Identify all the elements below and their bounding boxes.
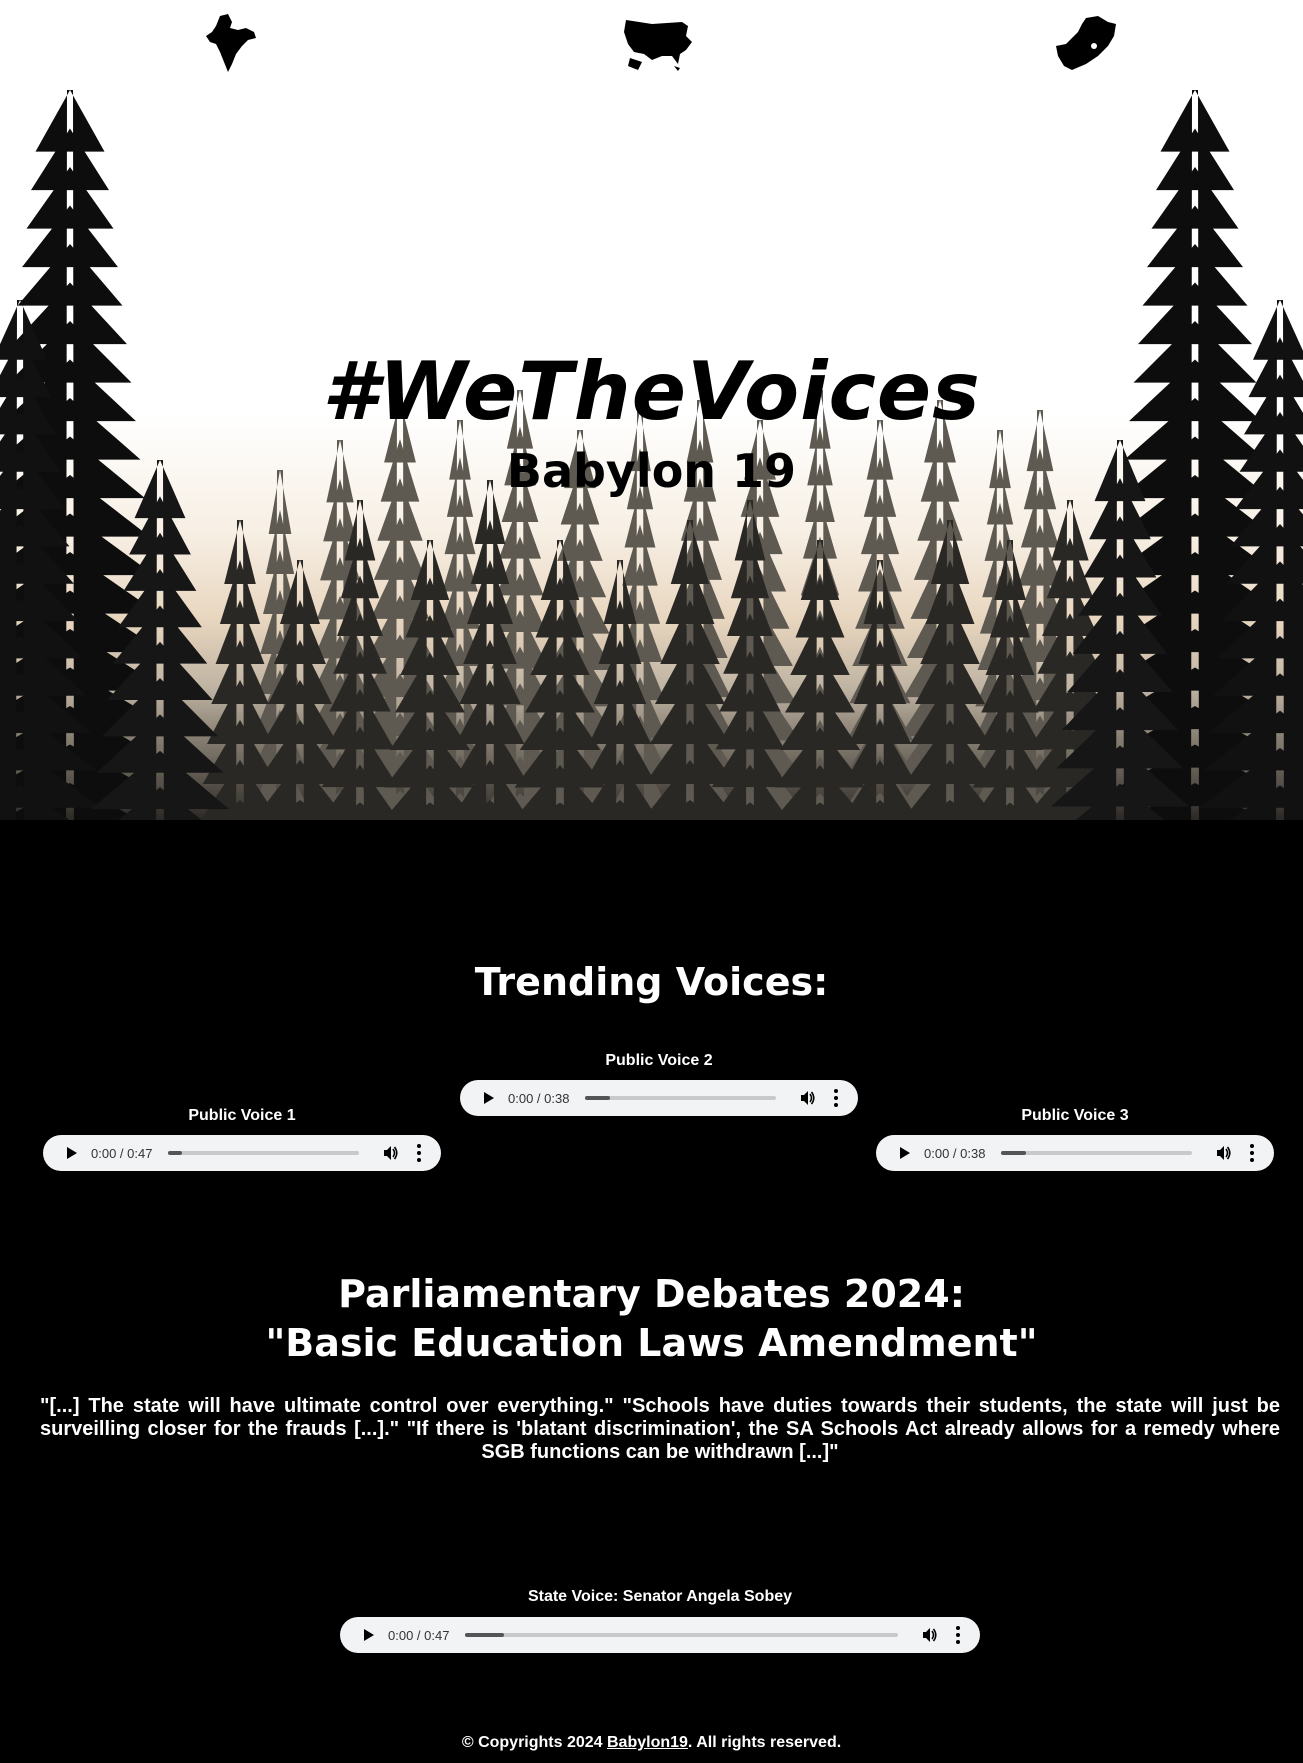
- debate-heading-line1: Parliamentary Debates 2024:: [338, 1272, 965, 1316]
- volume-icon[interactable]: [1216, 1145, 1232, 1161]
- audio-player-1[interactable]: 0:00 / 0:47: [43, 1135, 441, 1171]
- time-display: 0:00 / 0:38: [508, 1090, 570, 1106]
- play-icon[interactable]: [67, 1147, 77, 1159]
- hero-banner: #WeTheVoices Babylon 19: [0, 0, 1303, 860]
- usa-map-icon[interactable]: [622, 16, 694, 72]
- audio-player-3[interactable]: 0:00 / 0:38: [876, 1135, 1274, 1171]
- trending-heading: Trending Voices:: [474, 960, 829, 1004]
- seek-bar[interactable]: [168, 1151, 359, 1155]
- time-display: 0:00 / 0:38: [924, 1145, 986, 1161]
- quote-3: "If there is 'blatant discrimination', t…: [406, 1418, 1280, 1463]
- south-africa-map-icon[interactable]: [1056, 16, 1118, 72]
- voice-label-3: Public Voice 3: [1021, 1107, 1129, 1124]
- footer-suffix: . All rights reserved.: [687, 1734, 842, 1751]
- more-options-icon[interactable]: [834, 1089, 838, 1107]
- debate-heading: Parliamentary Debates 2024: "Basic Educa…: [0, 1270, 1303, 1369]
- state-voice-label: State Voice: Senator Angela Sobey: [527, 1588, 793, 1605]
- footer: © Copyrights 2024 Babylon19. All rights …: [0, 1734, 1303, 1752]
- quote-1: "[...] The state will have ultimate cont…: [40, 1395, 614, 1417]
- time-display: 0:00 / 0:47: [91, 1145, 153, 1161]
- site-subtitle: Babylon 19: [506, 444, 797, 498]
- audio-player-2[interactable]: 0:00 / 0:38: [460, 1080, 858, 1116]
- seek-bar[interactable]: [1001, 1151, 1192, 1155]
- play-icon[interactable]: [484, 1092, 494, 1104]
- more-options-icon[interactable]: [417, 1144, 421, 1162]
- india-map-icon[interactable]: [206, 14, 258, 72]
- footer-prefix: © Copyrights 2024: [461, 1734, 607, 1751]
- state-audio-player[interactable]: 0:00 / 0:47: [340, 1617, 980, 1653]
- voice-label-2: Public Voice 2: [605, 1052, 713, 1069]
- seek-bar[interactable]: [585, 1096, 776, 1100]
- more-options-icon[interactable]: [1250, 1144, 1254, 1162]
- seek-bar[interactable]: [465, 1633, 898, 1637]
- time-display: 0:00 / 0:47: [388, 1627, 450, 1643]
- volume-icon[interactable]: [922, 1627, 938, 1643]
- volume-icon[interactable]: [800, 1090, 816, 1106]
- play-icon[interactable]: [900, 1147, 910, 1159]
- more-options-icon[interactable]: [956, 1626, 960, 1644]
- volume-icon[interactable]: [383, 1145, 399, 1161]
- footer-link[interactable]: Babylon19: [607, 1734, 688, 1751]
- voice-label-1: Public Voice 1: [188, 1107, 296, 1124]
- site-title: #WeTheVoices: [322, 345, 981, 438]
- play-icon[interactable]: [364, 1629, 374, 1641]
- debate-heading-line2: "Basic Education Laws Amendment": [265, 1321, 1038, 1366]
- debate-quotes: "[...] The state will have ultimate cont…: [40, 1395, 1280, 1464]
